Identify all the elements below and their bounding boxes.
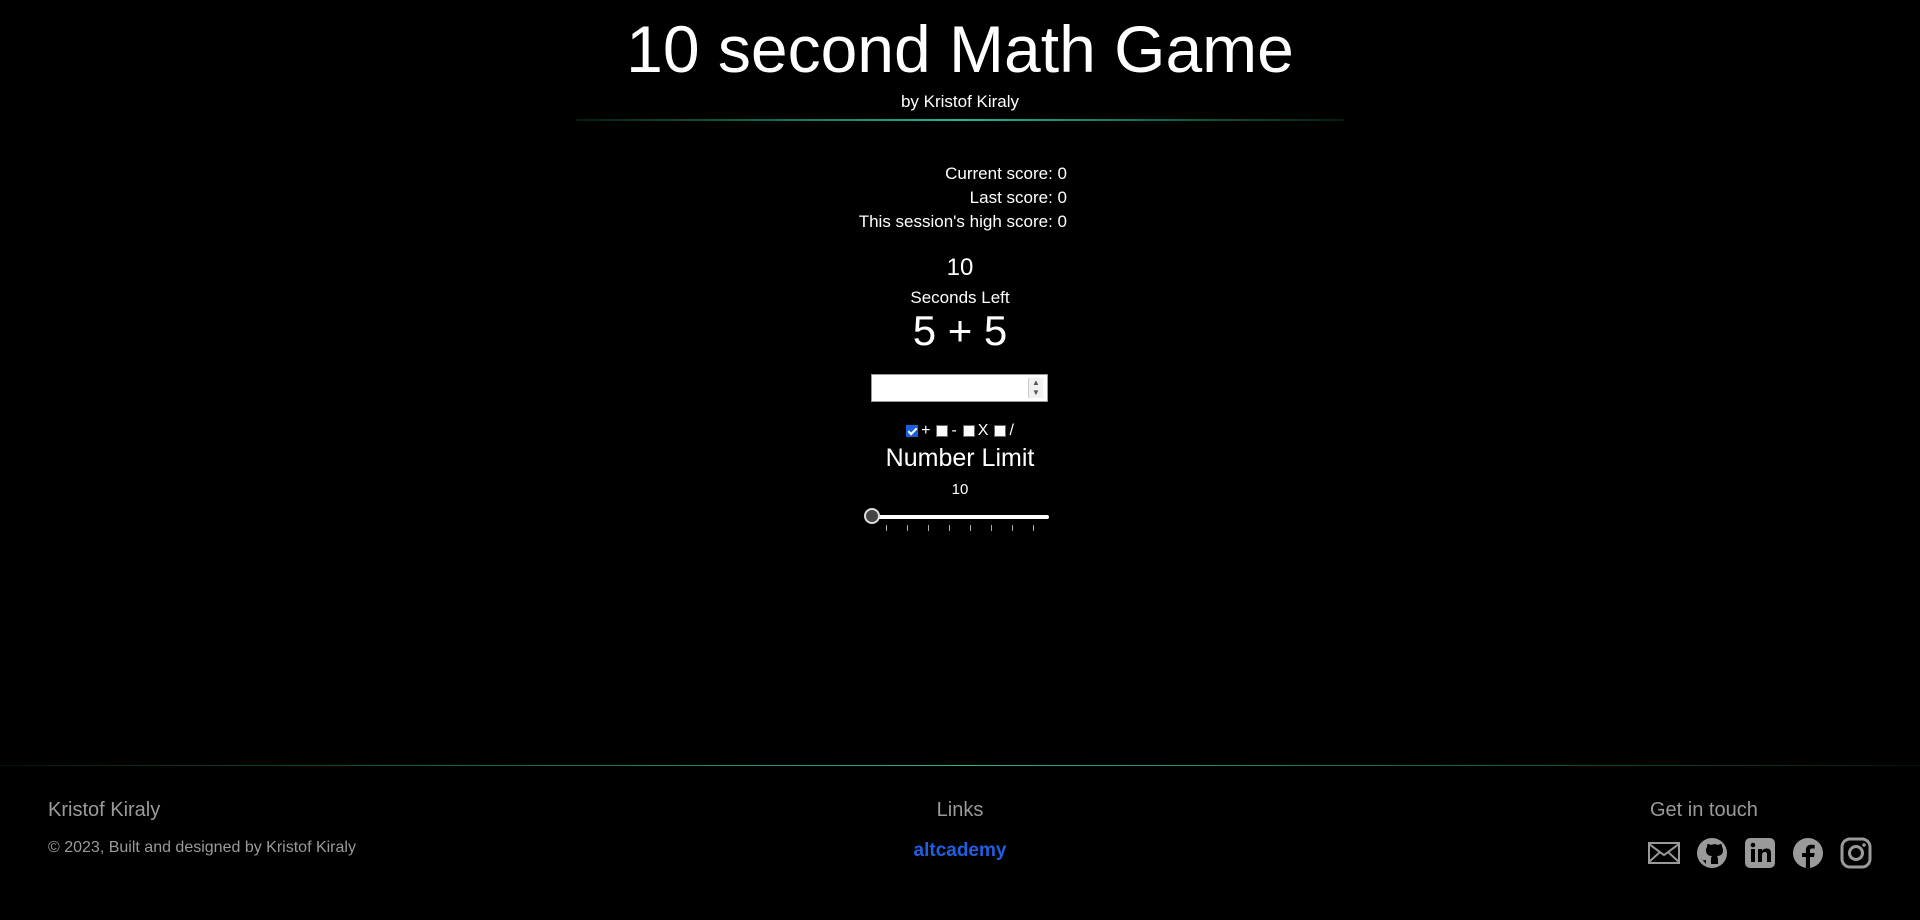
math-problem: 5 + 5 [912, 307, 1008, 354]
altcademy-link[interactable]: altcademy [0, 840, 1920, 862]
subtraction-label: - [951, 422, 957, 439]
footer-contact-title: Get in touch [1650, 799, 1758, 821]
slider-tick [949, 525, 950, 531]
timer-value: 10 [946, 254, 974, 281]
github-icon[interactable] [1695, 836, 1729, 870]
addition-label: + [921, 422, 931, 439]
multiplication-label: X [977, 422, 989, 439]
timer-label: Seconds Left [910, 288, 1010, 307]
number-limit-slider[interactable] [864, 508, 1056, 534]
slider-tick [907, 525, 908, 531]
addition-checkbox[interactable] [906, 425, 919, 437]
slider-tick [970, 525, 971, 531]
header: 10 second Math Game by Kristof Kiraly [0, 0, 1920, 112]
footer-links-title: Links [936, 799, 984, 821]
email-icon[interactable] [1647, 836, 1681, 870]
slider-tick [1012, 525, 1013, 531]
last-score: Last score: 0 [969, 188, 1067, 207]
high-score: This session's high score: 0 [858, 212, 1067, 231]
page-subtitle: by Kristof Kiraly [900, 92, 1020, 111]
header-divider [576, 119, 1344, 121]
division-checkbox[interactable] [994, 425, 1007, 437]
footer-divider [0, 765, 1920, 766]
page-title: 10 second Math Game [626, 12, 1294, 86]
division-label: / [1009, 422, 1014, 439]
slider-tick [886, 525, 887, 531]
operation-selector: + - X / [0, 422, 1920, 440]
number-limit-value: 10 [951, 481, 969, 498]
multiplication-checkbox[interactable] [962, 425, 975, 437]
number-limit-title: Number Limit [885, 444, 1035, 472]
slider-thumb[interactable] [864, 508, 880, 524]
linkedin-icon[interactable] [1743, 836, 1777, 870]
subtraction-checkbox[interactable] [936, 425, 949, 437]
number-spinner[interactable]: ▲ ▼ [1028, 378, 1043, 398]
slider-tick [928, 525, 929, 531]
score-panel: Current score: 0 Last score: 0 This sess… [760, 162, 1067, 234]
slider-tick [991, 525, 992, 531]
slider-track[interactable] [872, 515, 1049, 519]
answer-input[interactable]: ▲ ▼ [871, 374, 1048, 402]
current-score: Current score: 0 [945, 164, 1067, 183]
social-links [1647, 836, 1873, 870]
facebook-icon[interactable] [1791, 836, 1825, 870]
slider-tick [1033, 525, 1034, 531]
instagram-icon[interactable] [1839, 836, 1873, 870]
